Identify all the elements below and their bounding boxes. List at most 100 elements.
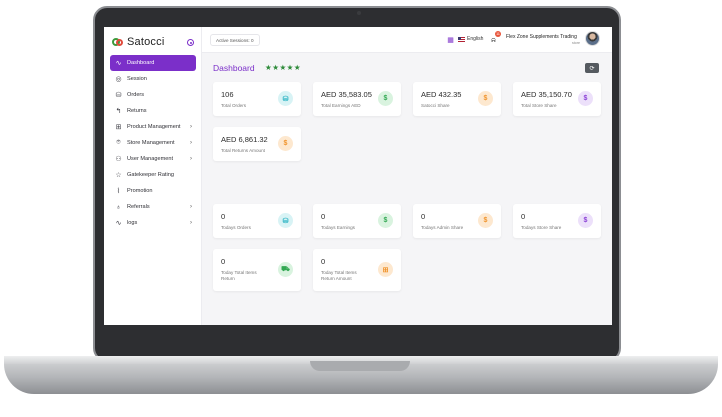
sidebar-nav: ∿ Dashboard ◎ Session ⛁ Orders ↰ Returns…: [110, 55, 196, 231]
sidebar-item-label: Returns: [127, 108, 147, 114]
app-screen: Satocci ∿ Dashboard ◎ Session ⛁ Orders ↰: [104, 27, 612, 325]
laptop-notch: [310, 361, 410, 371]
stat-card-todays-store-share: 0 Todays Store Share $: [513, 204, 601, 238]
stat-label: Todays Store Share: [521, 225, 562, 230]
sidebar-item-session[interactable]: ◎ Session: [110, 71, 196, 87]
stat-value: AED 35,150.70: [521, 90, 572, 99]
gift-icon: ⊞: [115, 124, 122, 131]
stat-label: Total Returns Amount: [221, 148, 265, 153]
notification-count-badge: 11: [495, 31, 501, 37]
rss-icon: ⌇: [116, 188, 121, 195]
sidebar-item-logs[interactable]: ∿ logs ›: [110, 215, 196, 231]
sidebar-item-label: logs: [127, 220, 138, 226]
stat-value: AED 6,861.32: [221, 135, 268, 144]
sidebar-item-user-management[interactable]: ⚇ User Management ›: [110, 151, 196, 167]
activity-icon: ∿: [115, 60, 122, 67]
section-divider: [202, 188, 612, 198]
brand-name: Satocci: [127, 36, 165, 48]
sidebar-item-dashboard[interactable]: ∿ Dashboard: [110, 55, 196, 71]
chevron-right-icon: ›: [190, 140, 192, 146]
stat-label: Satocci Share: [421, 103, 450, 108]
stat-value: 0: [321, 257, 326, 266]
stat-label: Today Total Items Return: [221, 270, 257, 281]
chevron-right-icon: ›: [190, 124, 192, 130]
chevron-right-icon: ›: [190, 220, 192, 226]
top-bar: Active Sessions: 0 ▦ English ⍾ 11 Flex Z…: [202, 27, 612, 53]
dollar-icon: $: [578, 213, 593, 228]
sidebar-item-label: Gatekeeper Rating: [127, 172, 174, 178]
sidebar-item-gatekeeper-rating[interactable]: ☆ Gatekeeper Rating: [110, 167, 196, 183]
stat-card-todays-admin-share: 0 Todays Admin Share $: [413, 204, 501, 238]
stat-card-total-store-share: AED 35,150.70 Total Store Share $: [513, 82, 601, 116]
us-flag-icon: [458, 36, 465, 42]
sidebar-item-returns[interactable]: ↰ Returns: [110, 103, 196, 119]
location-pin-icon: ⌾: [116, 139, 121, 146]
sidebar-item-label: Orders: [127, 92, 145, 98]
stat-label: Todays Admin Share: [421, 225, 464, 230]
user-name: Flex Zone Supplements Trading: [506, 34, 577, 40]
refresh-button[interactable]: ⟳: [585, 63, 599, 73]
user-role: store: [572, 41, 580, 45]
truck-icon: ⛟: [278, 262, 293, 277]
stat-label: Today Total Items Return Amount: [321, 270, 357, 281]
refresh-icon: ⟳: [589, 65, 595, 72]
sidebar-item-label: Product Management: [127, 124, 181, 130]
dollar-icon: $: [478, 213, 493, 228]
stat-value: 0: [421, 212, 426, 221]
avatar[interactable]: [585, 31, 600, 46]
stat-card-total-returns-amount: AED 6,861.32 Total Returns Amount $: [213, 127, 301, 161]
laptop-mockup: Satocci ∿ Dashboard ◎ Session ⛁ Orders ↰: [0, 0, 722, 417]
brand[interactable]: Satocci: [112, 36, 164, 48]
stat-label: Todays Earnings: [321, 225, 355, 230]
award-icon: ♁: [115, 203, 122, 211]
stat-card-today-items-return-amount: 0 Today Total Items Return Amount ⊞: [313, 249, 401, 291]
globe-icon: ◎: [115, 76, 122, 83]
stat-card-todays-earnings: 0 Todays Earnings $: [313, 204, 401, 238]
stat-label: Todays Orders: [221, 225, 251, 230]
database-icon: ⛁: [115, 92, 122, 99]
chevron-right-icon: ›: [190, 204, 192, 210]
grid-icon[interactable]: ▦: [446, 35, 455, 44]
stat-card-today-items-return: 0 Today Total Items Return ⛟: [213, 249, 301, 291]
stat-card-todays-orders: 0 Todays Orders ⛁: [213, 204, 301, 238]
users-icon: ⚇: [115, 156, 122, 163]
stat-value: 0: [221, 257, 226, 266]
stat-card-satocci-share: AED 432.35 Satocci Share $: [413, 82, 501, 116]
sidebar-item-product-management[interactable]: ⊞ Product Management ›: [110, 119, 196, 135]
stat-value: 0: [221, 212, 226, 221]
satocci-logo-icon: [112, 37, 123, 48]
sidebar-item-label: Store Management: [127, 140, 175, 146]
star-icon: ☆: [115, 172, 122, 179]
main-content: Dashboard ★★★★★ ⟳ 106 Total Orders ⛁ AED…: [202, 53, 612, 325]
stat-label: Total Orders: [221, 103, 247, 108]
database-icon: ⛁: [278, 213, 293, 228]
dollar-icon: $: [278, 136, 293, 151]
stat-card-total-earnings: AED 35,583.05 Total Earnings AED $: [313, 82, 401, 116]
sidebar-item-label: User Management: [127, 156, 174, 162]
dollar-icon: $: [578, 91, 593, 106]
sidebar: Satocci ∿ Dashboard ◎ Session ⛁ Orders ↰: [104, 27, 202, 325]
sidebar-toggle-icon[interactable]: [187, 39, 194, 46]
sidebar-item-label: Session: [127, 76, 147, 82]
database-icon: ⛁: [278, 91, 293, 106]
webcam: [357, 11, 361, 15]
sidebar-item-orders[interactable]: ⛁ Orders: [110, 87, 196, 103]
stat-label: Total Store Share: [521, 103, 557, 108]
pulse-icon: ∿: [115, 220, 122, 227]
return-arrow-icon: ↰: [115, 108, 122, 115]
dollar-icon: $: [478, 91, 493, 106]
language-label: English: [467, 36, 484, 42]
stat-value: 0: [321, 212, 326, 221]
dollar-icon: $: [378, 213, 393, 228]
bell-icon[interactable]: ⍾: [489, 36, 498, 45]
sidebar-item-store-management[interactable]: ⌾ Store Management ›: [110, 135, 196, 151]
sidebar-item-promotion[interactable]: ⌇ Promotion: [110, 183, 196, 199]
stat-value: AED 35,583.05: [321, 90, 372, 99]
stat-label: Total Earnings AED: [321, 103, 361, 108]
language-selector[interactable]: English: [458, 36, 483, 42]
stat-value: 106: [221, 90, 234, 99]
sidebar-item-referrals[interactable]: ♁ Referrals ›: [110, 199, 196, 215]
dollar-icon: $: [378, 91, 393, 106]
sidebar-item-label: Dashboard: [127, 60, 155, 66]
active-sessions-badge[interactable]: Active Sessions: 0: [210, 34, 260, 46]
